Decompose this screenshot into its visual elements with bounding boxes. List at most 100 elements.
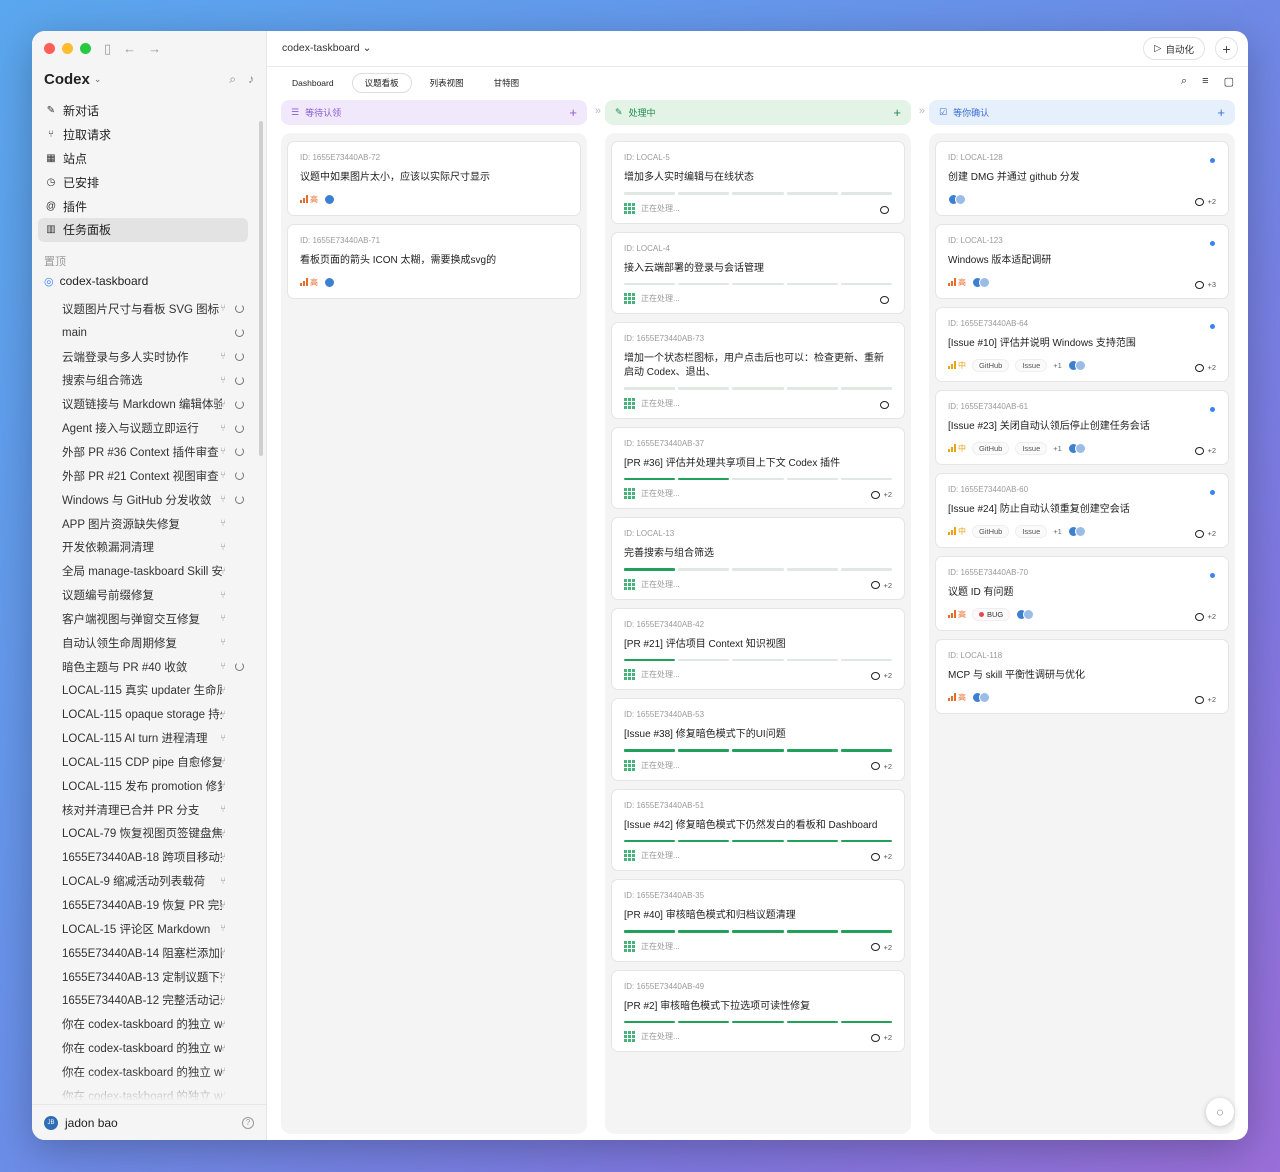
comment-count[interactable]: +2 bbox=[1195, 363, 1216, 372]
sidebar-item-2[interactable]: ▦ 站点 bbox=[38, 147, 248, 171]
comment-count[interactable]: +2 bbox=[871, 671, 892, 680]
thread-item[interactable]: 你在 codex-taskboard 的独立 worktree⑂ bbox=[62, 1060, 244, 1084]
tab-2[interactable]: 列表视图 bbox=[418, 73, 476, 93]
assignee-avatars[interactable] bbox=[1067, 442, 1086, 454]
thread-item[interactable]: 全局 manage-taskboard Skill 安装 ⑂ bbox=[62, 559, 244, 583]
comment-count[interactable] bbox=[880, 205, 892, 214]
issue-card[interactable]: ID: LOCAL-4 接入云端部署的登录与会话管理 正在处理... bbox=[611, 231, 905, 314]
back-arrow-icon[interactable]: ← bbox=[123, 41, 136, 57]
thread-item[interactable]: Windows 与 GitHub 分发收敛 ⑂ bbox=[62, 488, 244, 512]
label-tag[interactable]: GitHub bbox=[972, 358, 1010, 372]
sidebar-item-1[interactable]: ⑂ 拉取请求 bbox=[38, 123, 248, 147]
thread-item[interactable]: APP 图片资源缺失修复 ⑂ bbox=[62, 512, 244, 536]
thread-item[interactable]: LOCAL-115 真实 updater 生命周期 ⑂ bbox=[62, 679, 244, 703]
help-icon[interactable]: ? bbox=[242, 1116, 254, 1129]
minimize-window-button[interactable] bbox=[62, 43, 73, 54]
chat-fab-button[interactable]: ◌ bbox=[1206, 1098, 1234, 1126]
zoom-window-button[interactable] bbox=[80, 43, 91, 54]
thread-item[interactable]: 核对并清理已合并 PR 分支 ⑂ bbox=[62, 798, 244, 822]
issue-card[interactable]: ID: 1655E73440AB-42 [PR #21] 评估项目 Context… bbox=[611, 607, 905, 690]
issue-card[interactable]: ID: 1655E73440AB-73 增加一个状态栏图标，用户点击后也可以：检查… bbox=[611, 322, 905, 419]
thread-item[interactable]: 议题图片尺寸与看板 SVG 图标 ⑂ bbox=[62, 297, 244, 321]
comment-count[interactable]: +2 bbox=[1195, 529, 1216, 538]
label-tag[interactable]: GitHub bbox=[972, 524, 1010, 538]
app-brand[interactable]: Codex ⌄ bbox=[44, 71, 101, 88]
comment-count[interactable]: +2 bbox=[871, 762, 892, 771]
thread-item[interactable]: 外部 PR #36 Context 插件审查 ⑂ bbox=[62, 440, 244, 464]
thread-item[interactable]: LOCAL-115 opaque storage 持久化⑂ bbox=[62, 702, 244, 726]
issue-card[interactable]: ID: 1655E73440AB-60 [Issue #24] 防止自动认领重复创… bbox=[935, 473, 1229, 548]
search-icon[interactable]: ⌕ bbox=[229, 72, 236, 87]
thread-item[interactable]: 1655E73440AB-13 定制议题下拉 ⑂ bbox=[62, 965, 244, 989]
thread-item[interactable]: main bbox=[62, 321, 244, 345]
label-tag[interactable]: Issue bbox=[1015, 524, 1048, 538]
issue-card[interactable]: ID: 1655E73440AB-70 议题 ID 有问题高 BUG +2 bbox=[935, 556, 1229, 631]
thread-item[interactable]: 客户端视图与弹窗交互修复 ⑂ bbox=[62, 607, 244, 631]
label-tag[interactable]: GitHub bbox=[972, 441, 1010, 455]
assignee-avatars[interactable] bbox=[948, 193, 966, 205]
bell-icon[interactable]: ♪ bbox=[248, 72, 254, 87]
comment-count[interactable]: +2 bbox=[1195, 446, 1216, 455]
issue-card[interactable]: ID: LOCAL-123 Windows 版本适配调研高 +3 bbox=[935, 224, 1229, 299]
thread-item[interactable]: LOCAL-115 发布 promotion 修复 ⑂ bbox=[62, 774, 244, 798]
thread-item[interactable]: 1655E73440AB-18 跨项目移动完成⑂ bbox=[62, 845, 244, 869]
tab-3[interactable]: 甘特图 bbox=[482, 73, 532, 93]
issue-card[interactable]: ID: LOCAL-128 创建 DMG 并通过 github 分发 +2 bbox=[935, 141, 1229, 216]
assignee-avatars[interactable] bbox=[1067, 359, 1086, 371]
add-card-button[interactable]: + bbox=[569, 105, 577, 120]
assignee-avatars[interactable] bbox=[324, 276, 335, 288]
automation-button[interactable]: ▷ 自动化 bbox=[1143, 37, 1205, 60]
sidebar-item-0[interactable]: ✎ 新对话 bbox=[38, 99, 248, 123]
assignee-avatars[interactable] bbox=[1067, 525, 1086, 537]
issue-card[interactable]: ID: 1655E73440AB-51 [Issue #42] 修复暗色模式下仍然… bbox=[611, 788, 905, 871]
thread-item[interactable]: LOCAL-9 缩减活动列表载荷 ⑂ bbox=[62, 869, 244, 893]
forward-arrow-icon[interactable]: → bbox=[148, 41, 161, 57]
panel-toggle-icon[interactable]: ▢ bbox=[1224, 75, 1234, 88]
sidebar-item-5[interactable]: ▥ 任务面板 bbox=[38, 217, 248, 242]
thread-item[interactable]: LOCAL-15 评论区 Markdown ⑂ bbox=[62, 917, 244, 941]
thread-item[interactable]: LOCAL-79 恢复视图页签键盘焦点 ⑂ bbox=[62, 822, 244, 846]
thread-item[interactable]: 1655E73440AB-14 阻塞栏添加图 ⑂ bbox=[62, 941, 244, 965]
comment-count[interactable]: +2 bbox=[1195, 197, 1216, 206]
comment-count[interactable]: +2 bbox=[1195, 612, 1216, 621]
thread-item[interactable]: LOCAL-115 CDP pipe 自愈修复 ⑂ bbox=[62, 750, 244, 774]
comment-count[interactable]: +2 bbox=[871, 490, 892, 499]
issue-card[interactable]: ID: 1655E73440AB-72 议题中如果图片太小，应该以实际尺寸显示高 bbox=[287, 141, 581, 216]
user-footer[interactable]: JB jadon bao ? bbox=[32, 1104, 266, 1140]
assignee-avatars[interactable] bbox=[324, 193, 335, 205]
sidebar-scrollbar[interactable] bbox=[259, 121, 263, 456]
assignee-avatars[interactable] bbox=[1016, 608, 1035, 620]
issue-card[interactable]: ID: 1655E73440AB-71 看板页面的箭头 ICON 太糊，需要换成s… bbox=[287, 224, 581, 299]
issue-card[interactable]: ID: 1655E73440AB-49 [PR #2] 审核暗色模式下拉选项可读性… bbox=[611, 969, 905, 1052]
thread-item[interactable]: 1655E73440AB-19 恢复 PR 完整 ⑂ bbox=[62, 893, 244, 917]
thread-item[interactable]: 你在 codex-taskboard 的独立 worktree⑂ bbox=[62, 1084, 244, 1101]
thread-item[interactable]: LOCAL-115 AI turn 进程清理 ⑂ bbox=[62, 726, 244, 750]
thread-item[interactable]: 议题编号前缀修复 ⑂ bbox=[62, 583, 244, 607]
thread-item[interactable]: 你在 codex-taskboard 的独立 worktree⑂ bbox=[62, 1036, 244, 1060]
thread-item[interactable]: 自动认领生命周期修复 ⑂ bbox=[62, 631, 244, 655]
thread-item[interactable]: Agent 接入与议题立即运行 ⑂ bbox=[62, 416, 244, 440]
search-icon[interactable]: ⌕ bbox=[1181, 75, 1187, 88]
comment-count[interactable]: +2 bbox=[1195, 695, 1216, 704]
bug-tag[interactable]: BUG bbox=[972, 607, 1011, 621]
sidebar-toggle-icon[interactable]: ▯ bbox=[104, 41, 111, 57]
comment-count[interactable]: +3 bbox=[1195, 280, 1216, 289]
tab-0[interactable]: Dashboard bbox=[280, 73, 346, 93]
comment-count[interactable]: +2 bbox=[871, 852, 892, 861]
issue-card[interactable]: ID: LOCAL-13 完善搜索与组合筛选 正在处理... +2 bbox=[611, 517, 905, 600]
issue-card[interactable]: ID: 1655E73440AB-35 [PR #40] 审核暗色模式和归档议题清… bbox=[611, 879, 905, 962]
thread-item[interactable]: 搜索与组合筛选 ⑂ bbox=[62, 369, 244, 393]
thread-item[interactable]: 1655E73440AB-12 完整活动记录 ⑂ bbox=[62, 988, 244, 1012]
thread-item[interactable]: 开发依赖漏洞清理 ⑂ bbox=[62, 535, 244, 559]
issue-card[interactable]: ID: LOCAL-5 增加多人实时编辑与在线状态 正在处理... bbox=[611, 141, 905, 224]
issue-card[interactable]: ID: 1655E73440AB-64 [Issue #10] 评估并说明 Win… bbox=[935, 307, 1229, 382]
thread-item[interactable]: 暗色主题与 PR #40 收敛 ⑂ bbox=[62, 655, 244, 679]
issue-card[interactable]: ID: 1655E73440AB-61 [Issue #23] 关闭自动认领后停止… bbox=[935, 390, 1229, 465]
tab-1[interactable]: 议题看板 bbox=[351, 73, 412, 93]
workspace-selector[interactable]: codex-taskboard ⌄ bbox=[282, 42, 371, 54]
project-item[interactable]: ◎ codex-taskboard bbox=[44, 274, 148, 288]
thread-item[interactable]: 云端登录与多人实时协作 ⑂ bbox=[62, 345, 244, 369]
close-window-button[interactable] bbox=[44, 43, 55, 54]
comment-count[interactable] bbox=[880, 296, 892, 304]
filter-icon[interactable]: ≡ bbox=[1202, 75, 1208, 88]
